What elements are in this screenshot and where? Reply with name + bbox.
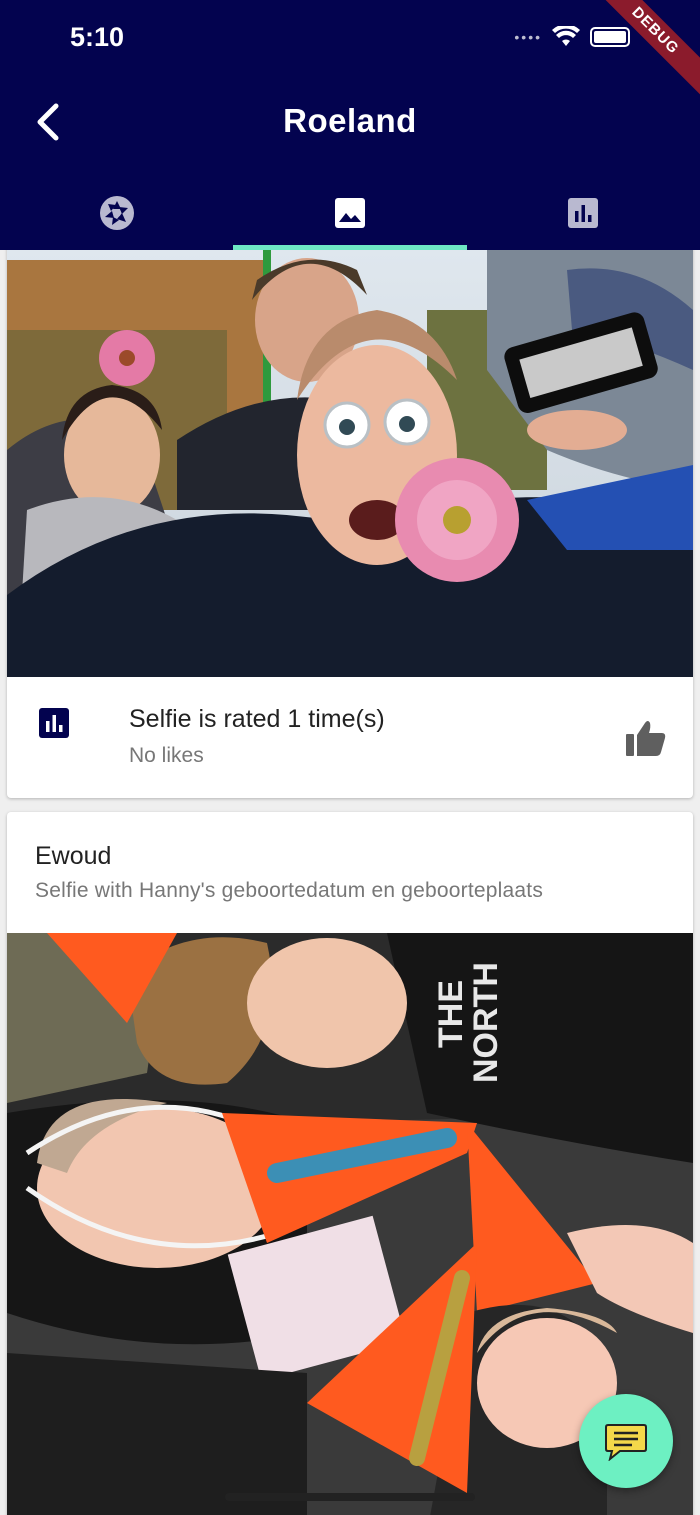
selfie-list[interactable]: Selfie is rated 1 time(s) No likes Ewoud…: [0, 250, 700, 1515]
app-bar: 5:10 •••• DEBUG Roeland: [0, 0, 700, 250]
author-name: Ewoud: [35, 842, 112, 870]
likes-text: No likes: [129, 744, 204, 767]
debug-banner: DEBUG: [585, 0, 700, 101]
wifi-icon: [552, 26, 580, 46]
camera-shutter-icon: [99, 195, 134, 230]
selfie-description: Selfie with Hanny's geboortedatum en geb…: [35, 879, 544, 902]
home-indicator: [225, 1493, 475, 1501]
svg-text:THE: THE: [432, 980, 470, 1048]
battery-icon: [590, 27, 630, 47]
chat-fab[interactable]: [579, 1394, 673, 1488]
bar-chart-icon: [39, 708, 69, 738]
tab-bar: [0, 175, 700, 250]
cell-signal-icon: ••••: [514, 29, 542, 45]
selfie-card: Selfie is rated 1 time(s) No likes: [7, 250, 693, 798]
chat-bubble-icon: [605, 1424, 647, 1461]
rating-row: Selfie is rated 1 time(s) No likes: [7, 677, 693, 798]
svg-text:NORTH: NORTH: [467, 962, 505, 1083]
rating-count-text: Selfie is rated 1 time(s): [129, 705, 385, 733]
selfie-photo[interactable]: [7, 250, 693, 677]
status-icons: ••••: [514, 26, 630, 48]
status-time: 5:10: [70, 22, 125, 52]
thumbs-up-icon[interactable]: [625, 719, 667, 757]
tab-stats[interactable]: [467, 175, 700, 250]
tab-camera[interactable]: [0, 175, 233, 250]
bar-chart-icon: [568, 197, 599, 228]
tab-photos[interactable]: [233, 175, 467, 250]
page-title: Roeland: [283, 102, 417, 139]
image-icon: [334, 197, 365, 228]
